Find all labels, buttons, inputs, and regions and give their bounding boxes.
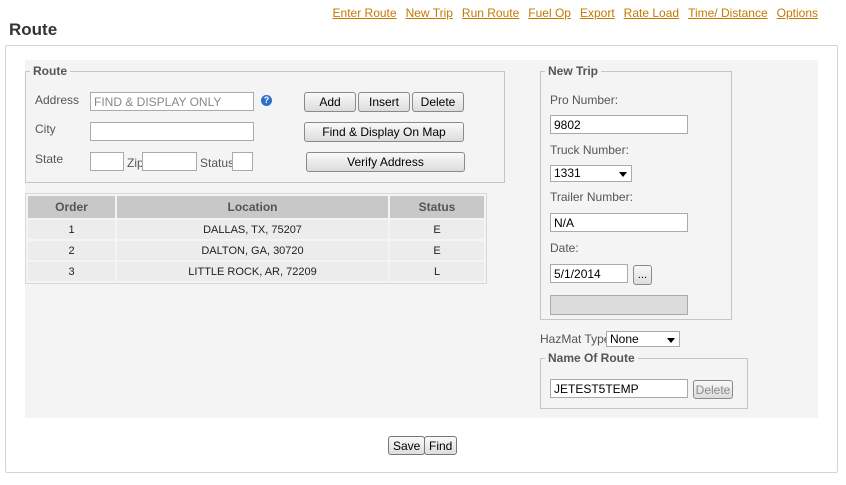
status-cell: E xyxy=(390,220,484,239)
route-name-input[interactable] xyxy=(550,379,688,398)
table-row[interactable]: 2 DALTON, GA, 30720 E xyxy=(28,241,484,260)
help-icon[interactable]: ? xyxy=(261,95,272,106)
nav-link-export[interactable]: Export xyxy=(580,6,615,20)
pro-number-label: Pro Number: xyxy=(550,93,619,107)
find-display-on-map-button[interactable]: Find & Display On Map xyxy=(304,122,464,142)
new-trip-legend: New Trip xyxy=(548,64,599,78)
save-button[interactable]: Save xyxy=(388,436,426,455)
nav-link-time-distance[interactable]: Time/ Distance xyxy=(688,6,768,20)
nav-link-new-trip[interactable]: New Trip xyxy=(406,6,453,20)
hazmat-value: None xyxy=(610,332,639,346)
trip-action-button[interactable] xyxy=(550,295,688,315)
zip-input[interactable] xyxy=(142,152,197,171)
route-stops-table: Order Location Status 1 DALLAS, TX, 7520… xyxy=(25,193,487,284)
hazmat-select[interactable]: None xyxy=(606,331,680,347)
truck-number-label: Truck Number: xyxy=(550,143,629,157)
date-input[interactable] xyxy=(550,264,628,283)
route-legend: Route xyxy=(33,64,67,78)
delete-stop-button[interactable]: Delete xyxy=(412,92,464,112)
location-cell: DALLAS, TX, 75207 xyxy=(117,220,388,239)
order-cell: 3 xyxy=(28,262,115,281)
order-column-header[interactable]: Order xyxy=(28,196,115,218)
table-row[interactable]: 1 DALLAS, TX, 75207 E xyxy=(28,220,484,239)
status-cell: E xyxy=(390,241,484,260)
nav-link-fuel-op[interactable]: Fuel Op xyxy=(528,6,571,20)
nav-link-options[interactable]: Options xyxy=(777,6,818,20)
truck-number-select[interactable]: 1331 xyxy=(550,165,632,182)
date-picker-button[interactable]: ... xyxy=(633,265,652,285)
page-title: Route xyxy=(9,20,58,39)
status-column-header[interactable]: Status xyxy=(390,196,484,218)
order-cell: 2 xyxy=(28,241,115,260)
chevron-down-icon xyxy=(667,338,675,343)
add-button[interactable]: Add xyxy=(304,92,356,112)
location-cell: LITTLE ROCK, AR, 72209 xyxy=(117,262,388,281)
pro-number-input[interactable] xyxy=(550,115,688,134)
top-nav: Enter Route New Trip Run Route Fuel Op E… xyxy=(333,6,818,20)
insert-button[interactable]: Insert xyxy=(358,92,410,112)
delete-route-button[interactable]: Delete xyxy=(693,380,733,399)
status-label: Status xyxy=(200,156,235,170)
find-button[interactable]: Find xyxy=(424,436,458,455)
hazmat-label: HazMat Type xyxy=(540,332,611,346)
nav-link-enter-route[interactable]: Enter Route xyxy=(333,6,397,20)
city-label: City xyxy=(35,122,56,136)
address-input[interactable] xyxy=(90,92,254,111)
verify-address-button[interactable]: Verify Address xyxy=(306,152,465,172)
order-cell: 1 xyxy=(28,220,115,239)
state-label: State xyxy=(35,152,64,166)
date-label: Date: xyxy=(550,241,579,255)
trailer-number-input[interactable] xyxy=(550,213,688,232)
table-row[interactable]: 3 LITTLE ROCK, AR, 72209 L xyxy=(28,262,484,281)
location-cell: DALTON, GA, 30720 xyxy=(117,241,388,260)
location-column-header[interactable]: Location xyxy=(117,196,388,218)
nav-link-run-route[interactable]: Run Route xyxy=(462,6,519,20)
status-input[interactable] xyxy=(232,152,253,171)
city-input[interactable] xyxy=(90,122,254,141)
status-cell: L xyxy=(390,262,484,281)
chevron-down-icon xyxy=(619,172,627,177)
name-of-route-legend: Name Of Route xyxy=(548,351,635,365)
address-label: Address xyxy=(35,93,80,107)
table-header-row: Order Location Status xyxy=(28,196,484,218)
trailer-number-label: Trailer Number: xyxy=(550,190,633,204)
truck-number-value: 1331 xyxy=(554,166,581,180)
state-input[interactable] xyxy=(90,152,124,171)
nav-link-rate-load[interactable]: Rate Load xyxy=(624,6,679,20)
